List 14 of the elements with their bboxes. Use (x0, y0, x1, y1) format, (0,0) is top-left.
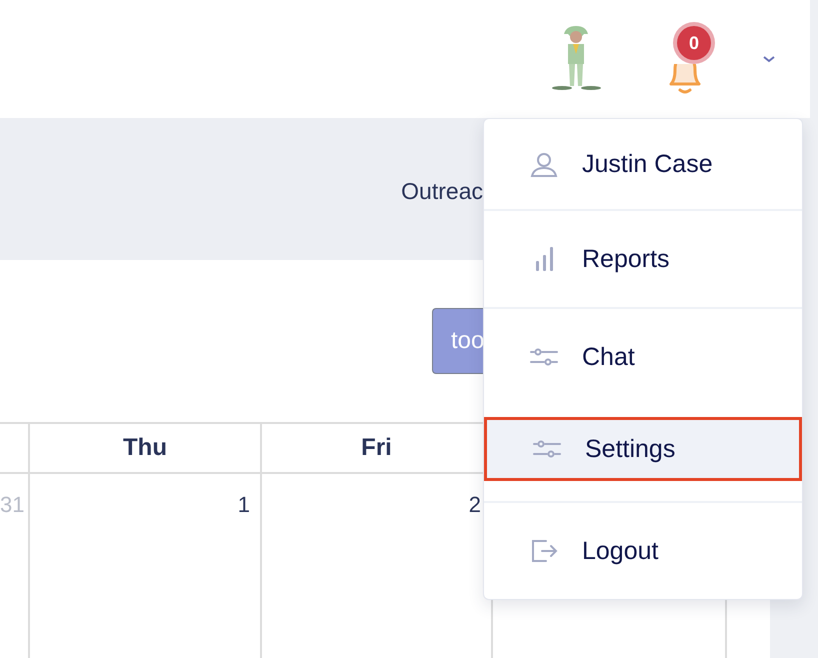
chevron-down-icon[interactable] (762, 54, 776, 64)
menu-item[interactable]: Justin Case (484, 119, 802, 209)
user-icon (530, 150, 558, 178)
menu-item[interactable]: Logout (484, 501, 802, 599)
logout-icon (530, 537, 558, 565)
menu-item[interactable]: Reports (484, 209, 802, 307)
menu-item[interactable]: Chat (484, 307, 802, 405)
notifications-button[interactable]: 0 (660, 24, 710, 94)
banner-title: Outreac (401, 178, 483, 204)
day-number: 31 (0, 474, 30, 658)
menu-item[interactable]: Settings (484, 417, 802, 481)
day-number: 1 (30, 474, 262, 658)
day-header: Thu (30, 424, 262, 474)
notification-badge: 0 (677, 26, 711, 60)
